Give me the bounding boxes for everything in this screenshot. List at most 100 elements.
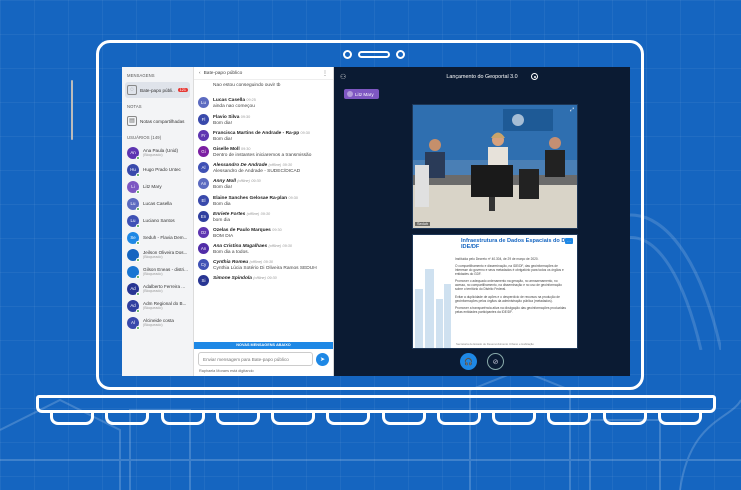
message-time: 09:30 <box>288 195 298 200</box>
user-text: Gilson Eneas - distri... (Bloqueado) <box>143 267 188 277</box>
camera-off-icon[interactable]: ⊘ <box>487 353 504 370</box>
user-item[interactable]: Se Seduh - Flavia Dem... <box>125 229 190 246</box>
more-options-icon[interactable]: ⋮ <box>322 70 328 77</box>
avatar: Fl <box>198 113 209 125</box>
user-status: (Bloqueado) <box>143 323 163 328</box>
user-item[interactable]: Lu Lucas Casella <box>125 195 190 212</box>
status-dot <box>136 155 140 160</box>
message-time: 09:30 <box>282 244 292 249</box>
user-status: (Bloqueado) <box>143 153 163 158</box>
chat-message-input[interactable] <box>198 352 313 366</box>
avatar <box>127 248 140 262</box>
user-name: Lucas Casella <box>143 200 172 206</box>
avatar: Lu <box>198 97 209 109</box>
presentation-slide[interactable]: Infraestrutura de Dados Espaciais do DF … <box>412 234 578 349</box>
laptop-key <box>271 413 316 425</box>
user-item[interactable]: Li Litz Mary <box>125 178 190 195</box>
laptop-key <box>160 413 205 425</box>
webcam-video[interactable]: Seduh ⤢ <box>412 104 578 229</box>
message-text: Nao estou conseguindo ouvir tb <box>213 83 281 89</box>
avatar: Al <box>198 162 209 174</box>
status-dot <box>136 189 140 194</box>
status-dot <box>136 240 140 245</box>
avatar: Ad <box>127 282 140 296</box>
avatar: Gi <box>198 145 209 157</box>
message-time: 09:30 <box>282 163 293 168</box>
slide-paragraph: Promover o adequado ordenamento na geraç… <box>455 279 562 292</box>
avatar: Se <box>127 231 140 245</box>
slide-menu-button[interactable]: … <box>565 238 573 244</box>
chat-title[interactable]: Bate-papo público <box>204 71 243 76</box>
offline-label: (offline) <box>249 260 263 265</box>
chat-panel: ‹ Bate-papo público ⋮ Nao estou consegui… <box>194 67 334 376</box>
message-time: 09:30 <box>267 276 277 281</box>
message-author: Simone Spindola (offline) 09:30 <box>213 276 277 282</box>
user-item[interactable]: An Ana Paula (Unid) (Bloqueado) <box>125 144 190 161</box>
message-text: Bom dia! <box>213 136 232 142</box>
public-chat-item[interactable]: ◌ Bate-papo públi... 121 <box>125 82 190 98</box>
message-text: Bom dia! <box>213 185 232 191</box>
slide-paragraph: Evitar a duplicidade de ações e o desper… <box>455 294 560 303</box>
media-controls: 🎧 ⊘ <box>334 353 630 370</box>
chat-message-list: Nao estou conseguindo ouvir tb Lu Lucas Ca… <box>194 80 333 342</box>
new-messages-banner[interactable]: NOVAS MENSAGENS ABAIXO <box>194 342 333 349</box>
shared-notes-item[interactable]: ▤ Notas compartilhadas <box>125 113 190 129</box>
sidebar-scrollbar[interactable] <box>71 80 73 140</box>
avatar: An <box>198 178 209 190</box>
user-status: (Bloqueado) <box>143 255 163 260</box>
user-item[interactable]: Lu Luciano Santos <box>125 212 190 229</box>
recording-icon[interactable] <box>531 73 538 80</box>
chat-message: Fr Francisca Martins de Andrade - Ra-pp 0… <box>198 129 329 143</box>
fullscreen-icon[interactable]: ⤢ <box>570 107 574 113</box>
user-name: Luciano Santos <box>143 217 175 223</box>
avatar: En <box>198 210 209 222</box>
headphones-icon[interactable]: 🎧 <box>460 353 477 370</box>
offline-label: (offline) <box>268 163 282 168</box>
user-text: Hugo Prado Untec <box>143 167 181 173</box>
message-author: Francisca Martins de Andrade - Ra-pp 09:… <box>213 130 311 136</box>
typing-indicator: Raphaela Moraes está digitando <box>199 369 254 373</box>
message-text: ainda nao começou <box>213 104 255 110</box>
camera-slot <box>358 51 390 58</box>
chat-message: Oz Ozelas de Paulo Marques 09:30 BOM DIA <box>198 226 329 240</box>
user-item[interactable]: Ad Adm Regional do B... (Bloqueado) <box>125 297 190 314</box>
message-text: BOM DIA <box>213 233 234 239</box>
laptop-key <box>381 413 426 425</box>
avatar: El <box>198 194 209 206</box>
presentation-area: ⚇ Lançamento do Geoportal 3.0 Litz Mary <box>334 67 630 376</box>
user-item[interactable]: Jeilson Oliveira Dos... (Bloqueado) <box>125 246 190 263</box>
message-time: 09:25 <box>246 98 256 103</box>
slide-city-graphic <box>415 269 451 348</box>
user-status: (Bloqueado) <box>143 272 163 277</box>
offline-label: (offline) <box>246 211 260 216</box>
message-time: 09:30 <box>240 114 251 119</box>
user-text: Adalberto Ferreira ... (Bloqueado) <box>143 284 185 294</box>
presenter-tag: Litz Mary <box>344 89 379 99</box>
slide-footer: Secretaria de Estado de Desenvolvimento … <box>456 342 534 346</box>
message-author: Ana Cristina Magalhaes (offline) 09:30 <box>213 244 292 250</box>
user-item[interactable]: Ad Adalberto Ferreira ... (Bloqueado) <box>125 280 190 297</box>
laptop-key <box>602 413 647 425</box>
send-button[interactable]: ➤ <box>316 352 329 366</box>
user-status: (Bloqueado) <box>143 306 163 311</box>
chat-message: Lu Lucas Casella 09:25 ainda nao começou <box>198 97 329 110</box>
users-heading: USUÁRIOS (149) <box>127 135 162 140</box>
user-item[interactable]: Hu Hugo Prado Untec <box>125 161 190 178</box>
avatar <box>127 265 140 279</box>
avatar: Li <box>127 180 140 194</box>
webcam-label: Seduh <box>415 222 430 226</box>
chat-message: Fl Flavio Silva 09:30 Bom dia! <box>198 113 329 127</box>
user-item[interactable]: Al Alcineide costa (Bloqueado) <box>125 314 190 331</box>
back-chevron-icon[interactable]: ‹ <box>199 71 201 76</box>
message-text: bom dia <box>213 217 231 223</box>
message-text: Alessandro de Andrade - SUDEC/DICAD <box>213 169 301 175</box>
user-text: Jeilson Oliveira Dos... (Bloqueado) <box>143 250 187 260</box>
user-item[interactable]: Gilson Eneas - distri... (Bloqueado) <box>125 263 190 280</box>
chat-message: Gi Giselle Moll 09:30 Dentro de instantes … <box>198 145 329 159</box>
presenter-avatar <box>347 91 353 97</box>
message-text: Bom dia a todos. <box>213 250 249 256</box>
offline-label: (offline) <box>237 179 250 184</box>
message-author: Flavio Silva 09:30 <box>213 114 251 120</box>
avatar: Si <box>198 275 209 287</box>
laptop-key <box>215 413 260 425</box>
